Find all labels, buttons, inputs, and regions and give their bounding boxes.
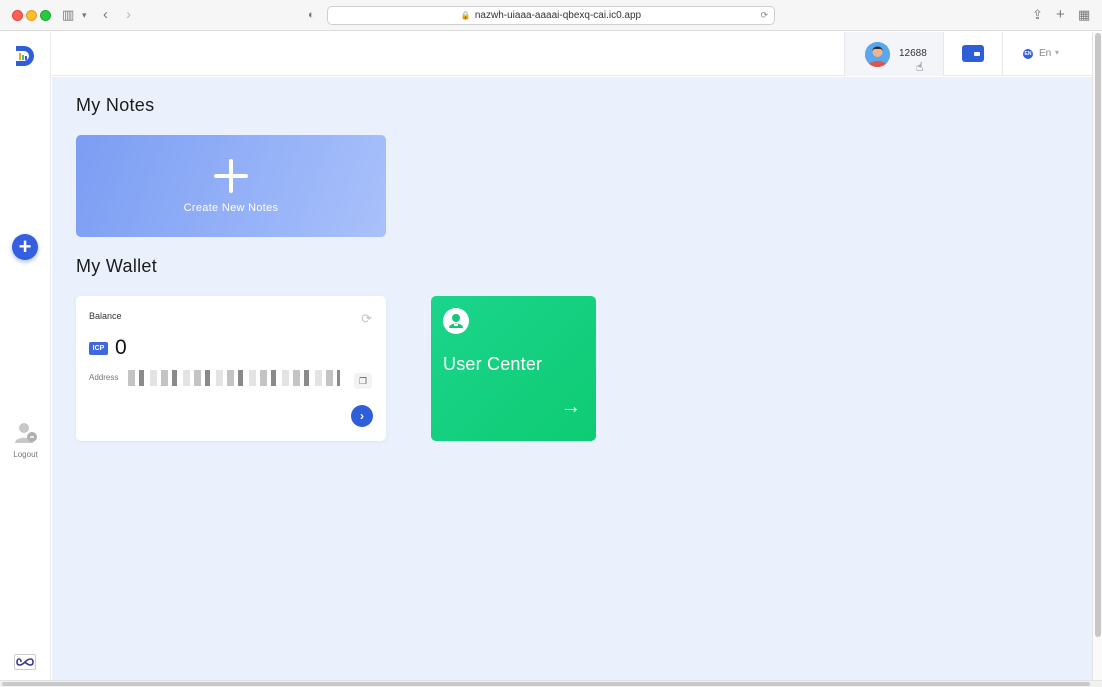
create-note-label: Create New Notes: [183, 202, 279, 214]
privacy-shield-icon[interactable]: ◐: [308, 7, 315, 23]
new-tab-icon[interactable]: +: [1056, 7, 1065, 23]
main-content: My Notes Create New Notes My Wallet Bala…: [52, 77, 1092, 680]
close-window-button[interactable]: [12, 10, 23, 21]
vertical-scrollbar-thumb[interactable]: [1095, 33, 1101, 637]
address-bar[interactable]: 🔒 nazwh-uiaaa-aaaai-qbexq-cai.ic0.app ⟳: [327, 6, 775, 25]
add-note-button[interactable]: +: [12, 234, 38, 260]
user-center-card[interactable]: User Center →: [431, 296, 596, 441]
dfinity-badge-icon[interactable]: [14, 654, 36, 670]
pointer-cursor-icon: ☝: [916, 60, 924, 74]
lock-icon: 🔒: [460, 11, 471, 20]
wallet-details-button[interactable]: ›: [351, 405, 373, 427]
language-flag-icon: EN: [1023, 49, 1033, 59]
refresh-icon[interactable]: ⟳: [361, 311, 372, 327]
logout-user-icon: [14, 423, 37, 443]
user-menu[interactable]: 12688 ☝: [844, 32, 944, 76]
minimize-window-button[interactable]: [26, 10, 37, 21]
language-selector[interactable]: EN En ▾: [1003, 32, 1092, 76]
chevron-down-icon[interactable]: ▾: [82, 7, 87, 23]
forward-icon[interactable]: ›: [126, 7, 131, 23]
tab-overview-icon[interactable]: ▦: [1078, 7, 1090, 23]
address-value-redacted: [128, 370, 340, 386]
balance-label: Balance: [89, 311, 122, 321]
wallet-button[interactable]: [944, 32, 1003, 76]
chevron-down-icon: ▾: [1055, 48, 1060, 57]
reload-icon[interactable]: ⟳: [760, 10, 768, 21]
wallet-section-title: My Wallet: [76, 256, 158, 276]
balance-card: Balance ⟳ ICP 0 Address ❐ ›: [76, 296, 386, 441]
language-label: En: [1039, 48, 1052, 59]
user-id: 12688: [899, 48, 927, 59]
plus-icon: [214, 159, 248, 193]
wallet-icon: [962, 45, 984, 62]
notes-section-title: My Notes: [76, 95, 155, 115]
sidebar-toggle-icon[interactable]: ▥: [62, 7, 74, 23]
address-label: Address: [89, 373, 119, 382]
avatar[interactable]: [865, 42, 890, 67]
top-bar: 12688 ☝ EN En ▾: [52, 32, 1092, 76]
arrow-right-icon: →: [561, 396, 581, 418]
vertical-scrollbar[interactable]: [1092, 32, 1102, 680]
horizontal-scrollbar[interactable]: [0, 680, 1102, 687]
logout-button[interactable]: Logout: [0, 422, 51, 459]
balance-value: 0: [115, 336, 127, 359]
sidebar: + Logout: [0, 32, 51, 680]
user-center-label: User Center: [443, 354, 543, 374]
user-icon: [443, 308, 469, 334]
create-note-card[interactable]: Create New Notes: [76, 135, 386, 237]
logout-label: Logout: [13, 450, 38, 459]
share-icon[interactable]: ⇪: [1032, 7, 1043, 23]
currency-badge: ICP: [89, 342, 108, 355]
maximize-window-button[interactable]: [40, 10, 51, 21]
copy-icon[interactable]: ❐: [354, 373, 372, 389]
horizontal-scrollbar-thumb[interactable]: [2, 682, 1090, 686]
app-logo-icon[interactable]: [13, 44, 37, 68]
browser-toolbar: ▥ ▾ ‹ › ◐ 🔒 nazwh-uiaaa-aaaai-qbexq-cai.…: [0, 0, 1102, 31]
url-text: nazwh-uiaaa-aaaai-qbexq-cai.ic0.app: [474, 10, 642, 21]
back-icon[interactable]: ‹: [103, 7, 108, 23]
